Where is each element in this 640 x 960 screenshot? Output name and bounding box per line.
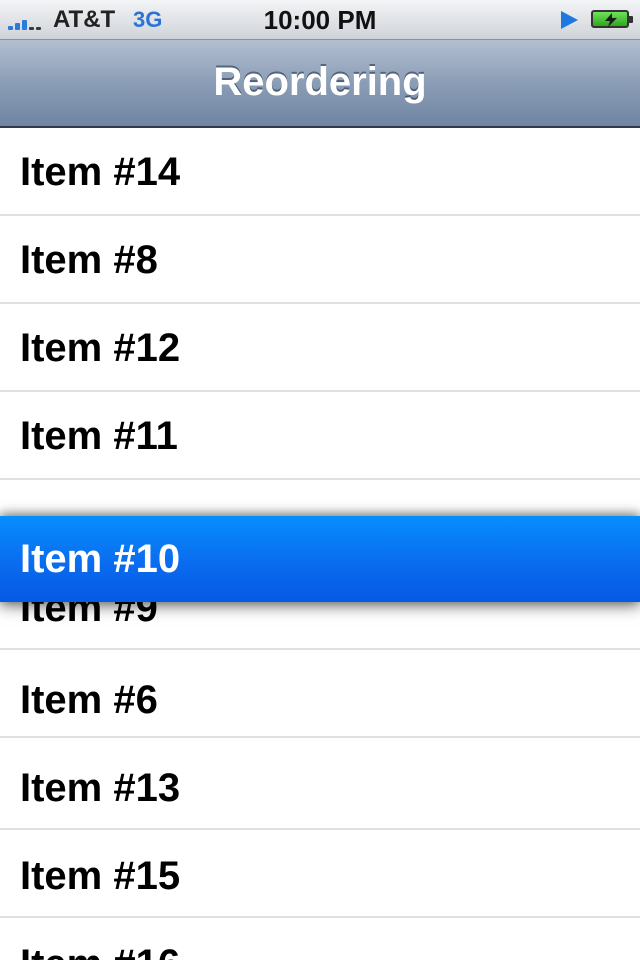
play-icon [561, 11, 578, 29]
status-time: 10:00 PM [263, 5, 377, 35]
row-label: Item #16 [20, 940, 180, 960]
page-title: Reordering [213, 60, 427, 104]
table-row[interactable]: Item #8 [0, 216, 640, 304]
table-row[interactable]: Item #16 [0, 918, 640, 960]
table-row[interactable]: Item #12 [0, 304, 640, 392]
row-label: Item #12 [20, 326, 181, 370]
table-row[interactable]: Item #13 [0, 742, 640, 830]
row-label: Item #8 [20, 238, 158, 282]
navigation-bar: Reordering [0, 40, 640, 128]
row-label: Item #13 [20, 766, 181, 810]
dragging-row[interactable]: Item #10 [0, 516, 640, 602]
row-label: Item #15 [20, 854, 181, 898]
dragging-row-label: Item #10 [20, 537, 181, 581]
table-row[interactable]: Item #6 [0, 650, 640, 738]
status-bar: AT&T 3G 10:00 PM [0, 0, 640, 40]
table-row[interactable]: Item #15 [0, 830, 640, 918]
row-label: Item #14 [20, 150, 181, 194]
table-row[interactable]: Item #14 [0, 128, 640, 216]
table-row[interactable]: Item #11 [0, 392, 640, 480]
row-label: Item #6 [20, 678, 158, 722]
battery-charging-icon [591, 10, 633, 28]
row-label: Item #11 [20, 414, 178, 458]
